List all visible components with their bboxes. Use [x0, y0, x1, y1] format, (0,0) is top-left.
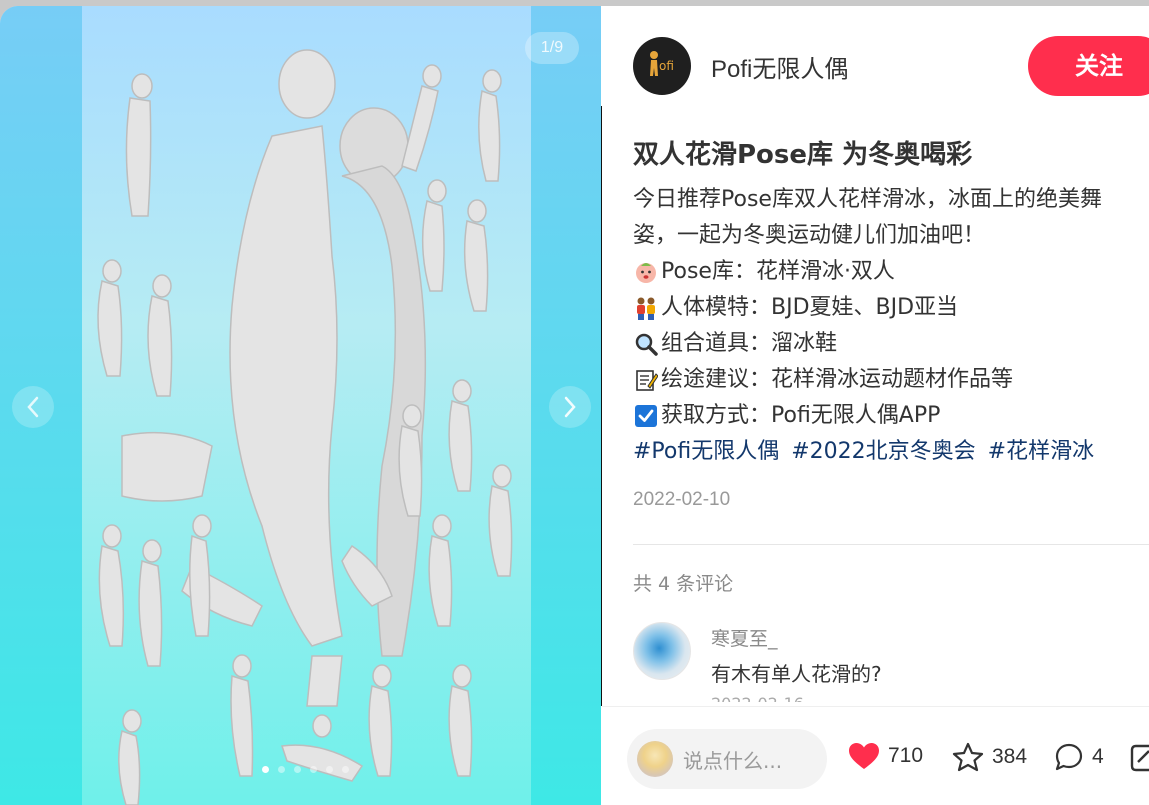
prev-image-button[interactable] — [12, 386, 54, 428]
note-tags: #Pofi无限人偶 #2022北京冬奥会 #花样滑冰 — [633, 434, 1148, 470]
next-image-button[interactable] — [549, 386, 591, 428]
couple-emoji-icon — [633, 295, 659, 321]
chevron-left-icon — [27, 396, 39, 418]
note-item-text: 人体模特：BJD夏娃、BJD亚当 — [661, 295, 959, 320]
memo-emoji-icon — [633, 367, 659, 393]
note-intro-line: 姿，一起为冬奥运动健儿们加油吧！ — [633, 223, 986, 248]
comment-input-placeholder: 说点什么... — [683, 748, 783, 773]
current-user-avatar — [637, 741, 673, 777]
page-counter: 1/9 — [525, 32, 579, 64]
magnifier-emoji-icon — [633, 331, 659, 357]
pose-figures-illustration — [97, 49, 513, 805]
author-avatar[interactable]: ofi — [633, 37, 691, 95]
comment-count-badge: 4 — [1092, 745, 1104, 768]
star-icon — [952, 742, 984, 772]
comment-button[interactable]: 4 — [1054, 742, 1104, 772]
panel-divider — [601, 106, 602, 706]
carousel-dot[interactable] — [325, 766, 333, 773]
comment-item: 寒夏至_ 有木有单人花滑的? 2022-02-16 — [633, 622, 1149, 702]
carousel-dot[interactable] — [277, 766, 285, 773]
carousel-dot[interactable] — [293, 766, 301, 773]
chat-bubble-icon — [1055, 743, 1083, 771]
bottom-action-bar: 说点什么... 710 384 4 — [602, 706, 1149, 805]
note-item: 获取方式：Pofi无限人偶APP — [633, 398, 1148, 434]
peach-face-emoji-icon — [633, 259, 659, 285]
note-detail-window: 1/9 ofi Pofi无限人偶 关注 双人花滑Pose库 为冬奥喝彩 今日推荐… — [0, 6, 1149, 805]
carousel-dots — [220, 766, 390, 776]
share-icon — [1130, 744, 1149, 772]
svg-text:ofi: ofi — [659, 59, 674, 73]
carousel-dot[interactable] — [309, 766, 317, 773]
note-title: 双人花滑Pose库 为冬奥喝彩 — [633, 140, 973, 170]
note-item: 绘途建议：花样滑冰运动题材作品等 — [633, 362, 1148, 398]
note-item-text: 绘途建议：花样滑冰运动题材作品等 — [661, 367, 1014, 392]
note-item-text: 组合道具：溜冰鞋 — [661, 331, 838, 356]
comment-input[interactable]: 说点什么... — [627, 729, 827, 789]
heart-icon — [849, 743, 879, 769]
comment-count: 共 4 条评论 — [633, 573, 734, 595]
hashtag-link[interactable]: #花样滑冰 — [988, 434, 1094, 470]
comment-text: 有木有单人花滑的? — [711, 662, 882, 686]
check-box-emoji-icon — [633, 403, 659, 429]
hashtag-link[interactable]: #Pofi无限人偶 — [633, 434, 779, 470]
note-item: 组合道具：溜冰鞋 — [633, 326, 1148, 362]
collect-button[interactable]: 384 — [952, 742, 1027, 772]
collect-count: 384 — [992, 745, 1028, 768]
note-image[interactable] — [82, 6, 531, 805]
note-item: 人体模特：BJD夏娃、BJD亚当 — [633, 290, 1148, 326]
follow-button[interactable]: 关注 — [1028, 36, 1149, 96]
comment-date: 2022-02-16 — [711, 694, 804, 702]
note-description: 今日推荐Pose库双人花样滑冰，冰面上的绝美舞 姿，一起为冬奥运动健儿们加油吧！… — [633, 182, 1148, 470]
commenter-name[interactable]: 寒夏至_ — [711, 624, 778, 651]
note-item: Pose库：花样滑冰·双人 — [633, 254, 1148, 290]
like-button[interactable]: 710 — [848, 742, 923, 770]
share-button[interactable] — [1130, 742, 1149, 772]
carousel-dot[interactable] — [341, 766, 349, 773]
note-date: 2022-02-10 — [633, 489, 731, 510]
commenter-avatar[interactable] — [633, 622, 691, 680]
note-intro-line: 今日推荐Pose库双人花样滑冰，冰面上的绝美舞 — [633, 187, 1102, 212]
note-item-text: 获取方式：Pofi无限人偶APP — [661, 403, 941, 428]
media-carousel[interactable]: 1/9 — [0, 6, 601, 805]
hashtag-link[interactable]: #2022北京冬奥会 — [791, 434, 975, 470]
note-item-text: Pose库：花样滑冰·双人 — [661, 259, 895, 284]
author-name[interactable]: Pofi无限人偶 — [711, 49, 848, 84]
like-count: 710 — [888, 744, 924, 767]
section-divider — [633, 544, 1149, 545]
pofi-logo-icon: ofi — [650, 51, 674, 76]
carousel-dot[interactable] — [261, 766, 269, 773]
chevron-right-icon — [564, 396, 576, 418]
